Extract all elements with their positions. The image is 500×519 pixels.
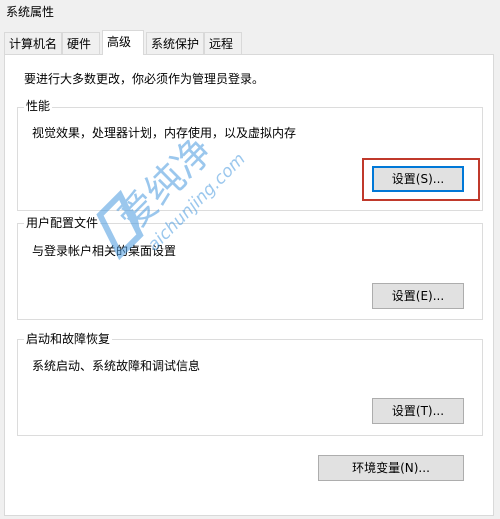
performance-description: 视觉效果，处理器计划，内存使用，以及虚拟内存 (32, 126, 297, 140)
system-properties-window: 系统属性 计算机名 硬件 高级 系统保护 远程 要进行大多数更改，你必须作为管理… (0, 0, 500, 519)
startup-recovery-description: 系统启动、系统故障和调试信息 (32, 359, 201, 373)
user-profiles-group-title: 用户配置文件 (24, 216, 101, 230)
window-title: 系统属性 (6, 5, 55, 19)
environment-variables-button[interactable]: 环境变量(N)... (318, 455, 464, 481)
performance-group (17, 107, 483, 211)
startup-recovery-group-title: 启动和故障恢复 (24, 332, 113, 346)
tab-hardware[interactable]: 硬件 (62, 32, 100, 54)
performance-settings-button[interactable]: 设置(S)... (372, 166, 464, 192)
startup-recovery-settings-button[interactable]: 设置(T)... (372, 398, 464, 424)
user-profiles-description: 与登录帐户相关的桌面设置 (32, 244, 177, 258)
tab-advanced[interactable]: 高级 (102, 30, 144, 55)
tab-remote[interactable]: 远程 (204, 32, 242, 54)
performance-group-title: 性能 (24, 99, 53, 113)
user-profiles-settings-button[interactable]: 设置(E)... (372, 283, 464, 309)
admin-note: 要进行大多数更改，你必须作为管理员登录。 (24, 72, 265, 86)
tab-system-protection[interactable]: 系统保护 (146, 32, 204, 54)
tab-computer-name[interactable]: 计算机名 (4, 32, 62, 54)
